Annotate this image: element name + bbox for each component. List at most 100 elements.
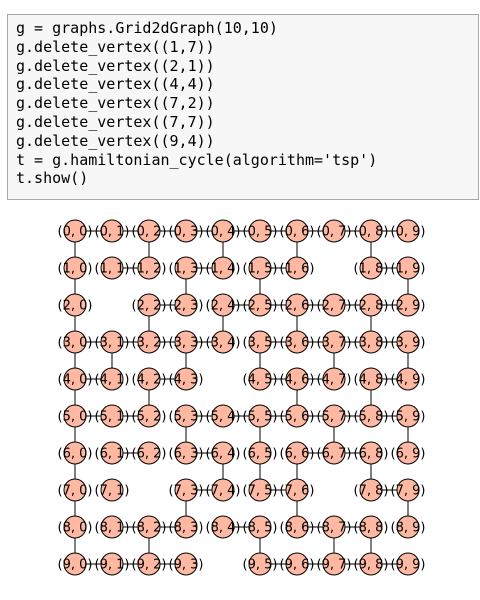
vertex-label: (2, 9) bbox=[391, 299, 426, 314]
vertex-label: (8, 1) bbox=[95, 521, 130, 536]
graph-vertex: (0, 0) bbox=[58, 219, 92, 243]
code-line: g.delete_vertex((9,4)) bbox=[16, 131, 215, 150]
vertex-label: (2, 3) bbox=[169, 299, 204, 314]
graph-vertex: (3, 3) bbox=[169, 330, 203, 354]
graph-vertex: (5, 5) bbox=[243, 404, 278, 428]
code-input-cell[interactable]: g = graphs.Grid2dGraph(10,10) g.delete_ve… bbox=[7, 14, 479, 200]
graph-vertex: (4, 7) bbox=[317, 367, 352, 391]
vertex-label: (6, 5) bbox=[243, 447, 278, 462]
vertex-label: (8, 6) bbox=[280, 521, 315, 536]
graph-vertex: (1, 3) bbox=[169, 256, 204, 280]
vertex-label: (6, 0) bbox=[58, 447, 93, 462]
graph-vertex: (8, 4) bbox=[206, 515, 240, 539]
vertex-label: (7, 3) bbox=[169, 484, 204, 499]
code-line: g.delete_vertex((7,2)) bbox=[16, 94, 215, 113]
vertex-label: (8, 8) bbox=[354, 521, 389, 536]
graph-vertex: (1, 8) bbox=[354, 256, 388, 280]
graph-vertex: (7, 1) bbox=[95, 478, 130, 502]
vertex-label: (0, 3) bbox=[169, 225, 204, 240]
graph-vertex: (1, 6) bbox=[280, 256, 314, 280]
vertex-label: (2, 5) bbox=[243, 299, 278, 314]
graph-vertex: (5, 8) bbox=[354, 404, 389, 428]
vertex-label: (3, 8) bbox=[354, 336, 389, 351]
graph-vertex: (0, 9) bbox=[391, 219, 425, 243]
vertex-label: (9, 5) bbox=[243, 558, 278, 573]
vertex-label: (5, 8) bbox=[354, 410, 389, 425]
graph-vertex: (6, 6) bbox=[280, 441, 314, 465]
graph-vertex: (8, 3) bbox=[169, 515, 204, 539]
vertex-label: (2, 0) bbox=[58, 299, 93, 314]
vertex-label: (7, 1) bbox=[95, 484, 130, 499]
graph-vertex: (6, 8) bbox=[354, 441, 388, 465]
graph-vertex: (2, 8) bbox=[354, 293, 388, 317]
edge-layer bbox=[74, 230, 409, 565]
graph-vertex: (7, 6) bbox=[280, 478, 315, 502]
vertex-label: (8, 0) bbox=[58, 521, 93, 536]
vertex-label: (5, 4) bbox=[206, 410, 241, 425]
graph-vertex: (5, 7) bbox=[317, 404, 351, 428]
graph-vertex: (3, 7) bbox=[317, 330, 351, 354]
vertex-label: (0, 2) bbox=[132, 225, 167, 240]
graph-vertex: (5, 0) bbox=[58, 404, 93, 428]
graph-vertex: (6, 4) bbox=[206, 441, 240, 465]
vertex-label: (4, 1) bbox=[95, 373, 130, 388]
graph-vertex: (0, 6) bbox=[280, 219, 314, 243]
vertex-label: (9, 3) bbox=[169, 558, 204, 573]
vertex-label: (4, 8) bbox=[354, 373, 389, 388]
graph-vertex: (9, 6) bbox=[280, 552, 314, 576]
code-line: g = graphs.Grid2dGraph(10,10) bbox=[16, 19, 278, 37]
graph-vertex: (3, 2) bbox=[132, 330, 166, 354]
vertex-label: (6, 1) bbox=[95, 447, 130, 462]
graph-vertex: (0, 5) bbox=[243, 219, 278, 243]
graph-vertex: (6, 5) bbox=[243, 441, 278, 465]
vertex-label: (4, 7) bbox=[317, 373, 352, 388]
graph-vertex: (3, 9) bbox=[391, 330, 425, 354]
graph-vertex: (3, 4) bbox=[206, 330, 240, 354]
vertex-label: (4, 5) bbox=[243, 373, 278, 388]
graph-vertex: (2, 0) bbox=[58, 293, 93, 317]
code-lines: g = graphs.Grid2dGraph(10,10) g.delete_ve… bbox=[16, 19, 377, 188]
graph-vertex: (6, 9) bbox=[391, 441, 426, 465]
graph-vertex: (4, 1) bbox=[95, 367, 130, 391]
vertex-label: (3, 1) bbox=[95, 336, 130, 351]
vertex-label: (6, 2) bbox=[132, 447, 167, 462]
vertex-label: (3, 6) bbox=[280, 336, 315, 351]
vertex-label: (8, 3) bbox=[169, 521, 204, 536]
graph-vertex: (1, 9) bbox=[391, 256, 425, 280]
graph-vertex: (2, 4) bbox=[206, 293, 241, 317]
graph-vertex: (4, 6) bbox=[280, 367, 314, 391]
vertex-label: (9, 2) bbox=[132, 558, 167, 573]
graph-vertex: (7, 4) bbox=[206, 478, 241, 502]
node-layer: (0, 0) (0, 1) (0, 2) (0, 3) (0, 4) (0, 5) (0, … bbox=[58, 219, 426, 576]
graph-vertex: (3, 0) bbox=[58, 330, 93, 354]
graph-vertex: (6, 3) bbox=[169, 441, 203, 465]
vertex-label: (7, 6) bbox=[280, 484, 315, 499]
graph-vertex: (8, 9) bbox=[391, 515, 425, 539]
graph-vertex: (7, 0) bbox=[58, 478, 92, 502]
graph-vertex: (8, 8) bbox=[354, 515, 389, 539]
graph-vertex: (3, 5) bbox=[243, 330, 277, 354]
graph-vertex: (9, 2) bbox=[132, 552, 167, 576]
graph-vertex: (4, 3) bbox=[169, 367, 203, 391]
graph-vertex: (8, 0) bbox=[58, 515, 93, 539]
graph-vertex: (1, 5) bbox=[243, 256, 277, 280]
code-line: g.delete_vertex((4,4)) bbox=[16, 75, 215, 94]
vertex-label: (0, 8) bbox=[354, 225, 389, 240]
vertex-label: (6, 9) bbox=[391, 447, 426, 462]
vertex-label: (7, 4) bbox=[206, 484, 241, 499]
vertex-label: (0, 5) bbox=[243, 225, 278, 240]
graph-vertex: (8, 5) bbox=[243, 515, 277, 539]
code-line: g.delete_vertex((2,1)) bbox=[16, 56, 215, 75]
vertex-label: (2, 4) bbox=[206, 299, 241, 314]
graph-vertex: (4, 5) bbox=[243, 367, 278, 391]
vertex-label: (5, 0) bbox=[58, 410, 93, 425]
hamiltonian-cycle-plot: (0, 0) (0, 1) (0, 2) (0, 3) (0, 4) (0, 5) (0, … bbox=[58, 219, 426, 576]
vertex-label: (7, 8) bbox=[354, 484, 389, 499]
vertex-label: (5, 5) bbox=[243, 410, 278, 425]
graph-vertex: (9, 1) bbox=[95, 552, 129, 576]
graph-vertex: (7, 8) bbox=[354, 478, 389, 502]
graph-vertex: (2, 6) bbox=[280, 293, 314, 317]
vertex-label: (1, 3) bbox=[169, 262, 204, 277]
vertex-label: (1, 0) bbox=[58, 262, 93, 277]
vertex-label: (3, 0) bbox=[58, 336, 93, 351]
